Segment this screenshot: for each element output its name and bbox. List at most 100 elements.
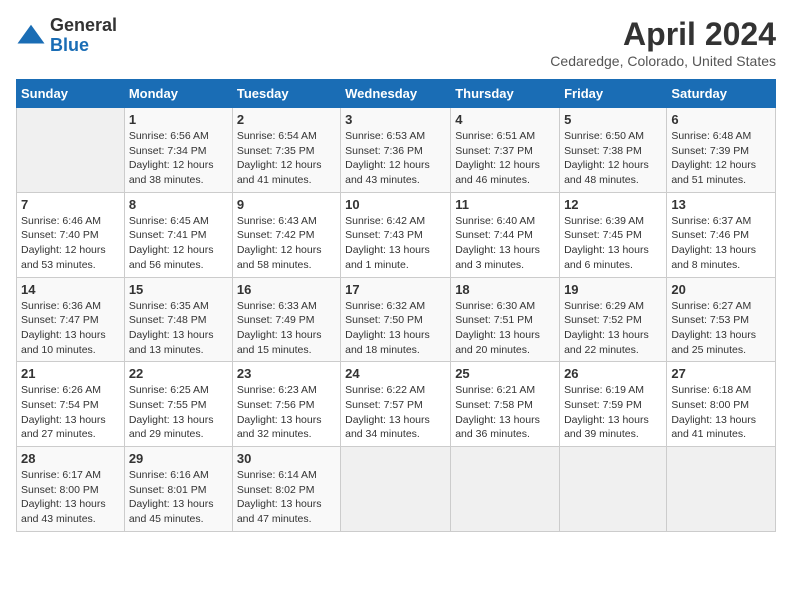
calendar-cell: 2 Sunrise: 6:54 AMSunset: 7:35 PMDaylight… (232, 108, 340, 193)
day-number: 28 (21, 451, 120, 466)
calendar-cell: 11 Sunrise: 6:40 AMSunset: 7:44 PMDayligh… (451, 192, 560, 277)
calendar-cell: 6 Sunrise: 6:48 AMSunset: 7:39 PMDaylight… (667, 108, 776, 193)
day-number: 3 (345, 112, 446, 127)
weekday-header-thursday: Thursday (451, 80, 560, 108)
weekday-header-row: SundayMondayTuesdayWednesdayThursdayFrid… (17, 80, 776, 108)
title-block: April 2024 Cedaredge, Colorado, United S… (550, 16, 776, 69)
page-header: General Blue April 2024 Cedaredge, Color… (16, 16, 776, 69)
day-number: 23 (237, 366, 336, 381)
calendar-cell: 3Sunrise: 6:53 AMSunset: 7:36 PMDaylight… (341, 108, 451, 193)
calendar-cell: 20 Sunrise: 6:27 AMSunset: 7:53 PMDayligh… (667, 277, 776, 362)
day-number: 26 (564, 366, 662, 381)
calendar-cell (560, 447, 667, 532)
day-number: 10 (345, 197, 446, 212)
day-info: Sunrise: 6:16 AMSunset: 8:01 PMDaylight:… (129, 468, 228, 527)
day-info: Sunrise: 6:21 AMSunset: 7:58 PMDaylight:… (455, 383, 555, 442)
calendar-cell: 12Sunrise: 6:39 AMSunset: 7:45 PMDayligh… (560, 192, 667, 277)
day-info: Sunrise: 6:17 AMSunset: 8:00 PMDaylight:… (21, 468, 120, 527)
weekday-header-monday: Monday (124, 80, 232, 108)
day-number: 5 (564, 112, 662, 127)
calendar-cell: 4 Sunrise: 6:51 AMSunset: 7:37 PMDaylight… (451, 108, 560, 193)
calendar-week-2: 7 Sunrise: 6:46 AMSunset: 7:40 PMDaylight… (17, 192, 776, 277)
day-info: Sunrise: 6:27 AMSunset: 7:53 PMDaylight:… (671, 299, 771, 358)
calendar-cell: 27Sunrise: 6:18 AMSunset: 8:00 PMDayligh… (667, 362, 776, 447)
weekday-header-tuesday: Tuesday (232, 80, 340, 108)
location-subtitle: Cedaredge, Colorado, United States (550, 53, 776, 69)
weekday-header-friday: Friday (560, 80, 667, 108)
day-info: Sunrise: 6:51 AMSunset: 7:37 PMDaylight:… (455, 129, 555, 188)
day-number: 13 (671, 197, 771, 212)
day-info: Sunrise: 6:30 AMSunset: 7:51 PMDaylight:… (455, 299, 555, 358)
day-info: Sunrise: 6:22 AMSunset: 7:57 PMDaylight:… (345, 383, 446, 442)
calendar-week-5: 28 Sunrise: 6:17 AMSunset: 8:00 PMDayligh… (17, 447, 776, 532)
calendar-cell: 8 Sunrise: 6:45 AMSunset: 7:41 PMDaylight… (124, 192, 232, 277)
calendar-week-3: 14 Sunrise: 6:36 AMSunset: 7:47 PMDayligh… (17, 277, 776, 362)
calendar-cell (341, 447, 451, 532)
calendar-cell: 10 Sunrise: 6:42 AMSunset: 7:43 PMDayligh… (341, 192, 451, 277)
weekday-header-sunday: Sunday (17, 80, 125, 108)
calendar-cell (667, 447, 776, 532)
day-number: 11 (455, 197, 555, 212)
day-number: 4 (455, 112, 555, 127)
calendar-week-4: 21Sunrise: 6:26 AMSunset: 7:54 PMDayligh… (17, 362, 776, 447)
day-info: Sunrise: 6:33 AMSunset: 7:49 PMDaylight:… (237, 299, 336, 358)
logo-general: General (50, 16, 117, 36)
calendar-cell (17, 108, 125, 193)
day-number: 8 (129, 197, 228, 212)
day-info: Sunrise: 6:56 AMSunset: 7:34 PMDaylight:… (129, 129, 228, 188)
day-number: 1 (129, 112, 228, 127)
calendar-cell: 18 Sunrise: 6:30 AMSunset: 7:51 PMDayligh… (451, 277, 560, 362)
day-info: Sunrise: 6:40 AMSunset: 7:44 PMDaylight:… (455, 214, 555, 273)
calendar-cell: 14 Sunrise: 6:36 AMSunset: 7:47 PMDayligh… (17, 277, 125, 362)
calendar-cell: 16 Sunrise: 6:33 AMSunset: 7:49 PMDayligh… (232, 277, 340, 362)
day-info: Sunrise: 6:46 AMSunset: 7:40 PMDaylight:… (21, 214, 120, 273)
day-number: 14 (21, 282, 120, 297)
day-info: Sunrise: 6:19 AMSunset: 7:59 PMDaylight:… (564, 383, 662, 442)
day-number: 6 (671, 112, 771, 127)
day-info: Sunrise: 6:50 AMSunset: 7:38 PMDaylight:… (564, 129, 662, 188)
day-info: Sunrise: 6:42 AMSunset: 7:43 PMDaylight:… (345, 214, 446, 273)
calendar-cell: 7 Sunrise: 6:46 AMSunset: 7:40 PMDaylight… (17, 192, 125, 277)
calendar-cell: 9Sunrise: 6:43 AMSunset: 7:42 PMDaylight… (232, 192, 340, 277)
day-number: 20 (671, 282, 771, 297)
day-info: Sunrise: 6:36 AMSunset: 7:47 PMDaylight:… (21, 299, 120, 358)
day-number: 17 (345, 282, 446, 297)
weekday-header-saturday: Saturday (667, 80, 776, 108)
day-number: 25 (455, 366, 555, 381)
logo-blue: Blue (50, 36, 117, 56)
day-info: Sunrise: 6:35 AMSunset: 7:48 PMDaylight:… (129, 299, 228, 358)
day-info: Sunrise: 6:26 AMSunset: 7:54 PMDaylight:… (21, 383, 120, 442)
calendar-cell: 30Sunrise: 6:14 AMSunset: 8:02 PMDayligh… (232, 447, 340, 532)
calendar-table: SundayMondayTuesdayWednesdayThursdayFrid… (16, 79, 776, 532)
calendar-cell: 29 Sunrise: 6:16 AMSunset: 8:01 PMDayligh… (124, 447, 232, 532)
day-info: Sunrise: 6:45 AMSunset: 7:41 PMDaylight:… (129, 214, 228, 273)
day-number: 2 (237, 112, 336, 127)
day-number: 19 (564, 282, 662, 297)
day-info: Sunrise: 6:23 AMSunset: 7:56 PMDaylight:… (237, 383, 336, 442)
day-number: 30 (237, 451, 336, 466)
day-info: Sunrise: 6:25 AMSunset: 7:55 PMDaylight:… (129, 383, 228, 442)
calendar-cell: 26 Sunrise: 6:19 AMSunset: 7:59 PMDayligh… (560, 362, 667, 447)
day-info: Sunrise: 6:48 AMSunset: 7:39 PMDaylight:… (671, 129, 771, 188)
day-info: Sunrise: 6:29 AMSunset: 7:52 PMDaylight:… (564, 299, 662, 358)
day-number: 16 (237, 282, 336, 297)
calendar-cell: 22 Sunrise: 6:25 AMSunset: 7:55 PMDayligh… (124, 362, 232, 447)
calendar-cell: 1 Sunrise: 6:56 AMSunset: 7:34 PMDaylight… (124, 108, 232, 193)
day-info: Sunrise: 6:37 AMSunset: 7:46 PMDaylight:… (671, 214, 771, 273)
day-info: Sunrise: 6:54 AMSunset: 7:35 PMDaylight:… (237, 129, 336, 188)
day-info: Sunrise: 6:32 AMSunset: 7:50 PMDaylight:… (345, 299, 446, 358)
day-number: 29 (129, 451, 228, 466)
day-info: Sunrise: 6:18 AMSunset: 8:00 PMDaylight:… (671, 383, 771, 442)
calendar-cell: 24 Sunrise: 6:22 AMSunset: 7:57 PMDayligh… (341, 362, 451, 447)
calendar-cell: 23 Sunrise: 6:23 AMSunset: 7:56 PMDayligh… (232, 362, 340, 447)
calendar-cell (451, 447, 560, 532)
day-number: 9 (237, 197, 336, 212)
calendar-cell: 13 Sunrise: 6:37 AMSunset: 7:46 PMDayligh… (667, 192, 776, 277)
calendar-cell: 17 Sunrise: 6:32 AMSunset: 7:50 PMDayligh… (341, 277, 451, 362)
day-number: 15 (129, 282, 228, 297)
day-number: 24 (345, 366, 446, 381)
day-number: 22 (129, 366, 228, 381)
day-number: 12 (564, 197, 662, 212)
day-number: 7 (21, 197, 120, 212)
day-number: 18 (455, 282, 555, 297)
